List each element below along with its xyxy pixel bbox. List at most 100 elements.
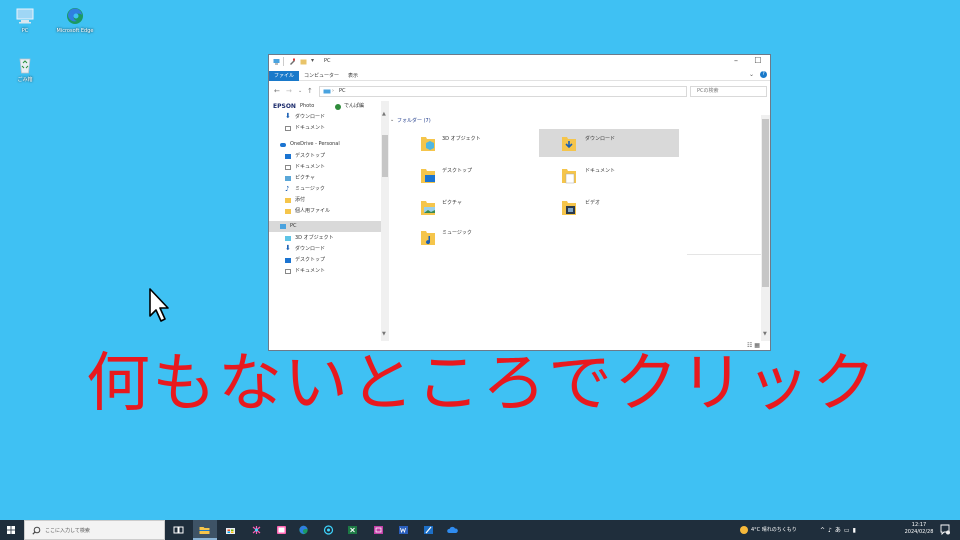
recent-chevron-icon[interactable]: ⌄ <box>298 88 302 94</box>
nav-scrollbar-thumb[interactable] <box>382 135 388 177</box>
windows-start-icon[interactable] <box>0 520 22 540</box>
taskbar-app-drawing[interactable] <box>417 520 441 540</box>
excel-icon <box>348 526 357 534</box>
taskbar-app-store[interactable] <box>219 520 243 540</box>
nav-item-downloads[interactable]: ⬇ ダウンロード <box>269 112 381 123</box>
taskbar-app-paint[interactable] <box>245 520 269 540</box>
up-arrow-icon[interactable]: ↑ <box>307 87 313 95</box>
search-input[interactable]: PCの検索 <box>690 86 767 97</box>
tab-view[interactable]: 表示 <box>343 71 363 81</box>
nav-item-label: デスクトップ <box>295 257 326 263</box>
scroll-down-icon[interactable]: ▼ <box>382 331 386 337</box>
nav-item-onedrive-documents[interactable]: ドキュメント <box>269 162 381 173</box>
nav-item-label: ドキュメント <box>295 164 326 170</box>
edge-icon <box>67 8 83 24</box>
folder-label: ビデオ <box>585 200 601 206</box>
content-scrollbar-thumb[interactable] <box>762 119 769 287</box>
content-scrollbar[interactable]: ▼ <box>761 115 770 341</box>
file-explorer-window[interactable]: ▾ PC – ☐ ファイル コンピューター 表示 ⌄ ? ← → ⌄ ↑ › P… <box>268 54 771 351</box>
nav-epson-extra: でんぱ編 <box>344 103 365 109</box>
system-tray: 4°C 晴れのちくもり ^♪あ▭▮ 12:17 2024/02/28 <box>736 520 960 540</box>
epson-badge-icon <box>335 104 341 110</box>
nav-item-label: デスクトップ <box>295 153 326 159</box>
minimize-button[interactable]: – <box>725 55 747 69</box>
address-bar[interactable]: › PC <box>319 86 687 97</box>
folder-videos[interactable]: ビデオ <box>539 193 679 221</box>
nav-item-pc-desktop[interactable]: デスクトップ <box>269 255 381 266</box>
folder-icon <box>285 209 291 214</box>
taskbar-app-word[interactable] <box>392 520 416 540</box>
nav-item-music[interactable]: ♪ ミュージック <box>269 184 381 195</box>
download-arrow-icon: ⬇ <box>285 112 291 120</box>
scroll-up-icon[interactable]: ▲ <box>382 111 386 117</box>
new-folder-icon[interactable] <box>300 58 307 65</box>
battery-icon[interactable]: ▮ <box>853 527 859 534</box>
network-icon[interactable]: ▭ <box>844 527 853 534</box>
desktop-icon <box>285 258 291 263</box>
weather-sun-icon[interactable] <box>740 526 748 534</box>
cube-icon <box>285 236 291 241</box>
nav-item-personal-files[interactable]: 個人用ファイル <box>269 206 381 217</box>
nav-item-pc-documents[interactable]: ドキュメント <box>269 266 381 277</box>
title-divider <box>283 57 284 66</box>
tray-chevron-up-icon[interactable]: ^ <box>820 527 828 534</box>
taskbar-clock[interactable]: 12:17 2024/02/28 <box>901 522 937 536</box>
tab-computer[interactable]: コンピューター <box>299 71 344 81</box>
nav-item-label: 個人用ファイル <box>295 208 331 214</box>
taskbar-app-file-explorer[interactable] <box>193 520 217 540</box>
expand-ribbon-icon[interactable]: ⌄ <box>749 71 754 78</box>
taskbar-app-photos[interactable] <box>270 520 294 540</box>
desktop-icon-pc[interactable]: PC <box>5 6 45 34</box>
taskbar-app-onedrive[interactable] <box>441 520 465 540</box>
nav-item-onedrive-desktop[interactable]: デスクトップ <box>269 151 381 162</box>
nav-item-attachments[interactable]: 添付 <box>269 195 381 206</box>
nav-item-pc[interactable]: PC <box>269 221 381 232</box>
tray-icons[interactable]: ^♪あ▭▮ <box>820 525 859 534</box>
forward-arrow-icon[interactable]: → <box>286 87 292 95</box>
nav-item-pictures[interactable]: ピクチャ <box>269 173 381 184</box>
onedrive-cloud-icon <box>447 526 458 533</box>
taskbar-search-input[interactable]: ここに入力して検索 <box>24 520 165 540</box>
taskbar-app-onenote[interactable] <box>367 520 391 540</box>
taskbar-app-mail[interactable] <box>317 520 341 540</box>
properties-icon[interactable] <box>289 58 296 65</box>
tab-file[interactable]: ファイル <box>269 71 300 81</box>
taskbar-app-edge[interactable] <box>292 520 316 540</box>
nav-item-pc-downloads[interactable]: ⬇ ダウンロード <box>269 244 381 255</box>
content-area[interactable]: ⌄ フォルダー (7) 3D オブジェクト ダウンロード デスクトップ ドキュメ… <box>390 101 761 341</box>
desktop-icon-recycle-bin[interactable]: ごみ箱 <box>5 55 45 83</box>
folder-music[interactable]: ミュージック <box>390 223 530 251</box>
breadcrumb-pc[interactable]: PC <box>339 87 346 96</box>
volume-icon[interactable]: ♪ <box>828 527 835 534</box>
group-collapse-icon[interactable]: ⌄ <box>390 117 394 123</box>
notification-center-icon[interactable] <box>940 524 950 535</box>
folder-desktop[interactable]: デスクトップ <box>390 161 530 189</box>
title-bar[interactable]: ▾ PC – ☐ <box>269 55 770 69</box>
nav-item-label: ダウンロード <box>295 114 326 120</box>
ime-indicator[interactable]: あ <box>835 527 844 534</box>
nav-scrollbar[interactable]: ▲ ▼ <box>381 101 389 341</box>
nav-item-label: 添付 <box>295 197 306 203</box>
scroll-down-icon[interactable]: ▼ <box>763 331 767 337</box>
navigation-pane[interactable]: EPSON Photo でんぱ編 ⬇ ダウンロード ドキュメント OneDriv… <box>269 101 381 341</box>
desktop-icon-label: Microsoft Edge <box>56 28 94 34</box>
nav-epson-sub: Photo <box>300 103 315 109</box>
folder-downloads[interactable]: ダウンロード <box>539 129 679 157</box>
desktop-icon-edge[interactable]: Microsoft Edge <box>55 6 95 34</box>
nav-item-documents[interactable]: ドキュメント <box>269 123 381 134</box>
folder-documents[interactable]: ドキュメント <box>539 161 679 189</box>
maximize-button[interactable]: ☐ <box>747 55 769 69</box>
taskbar-app-excel[interactable] <box>341 520 365 540</box>
instruction-caption: 何もないところでクリック <box>86 347 878 421</box>
chevron-down-icon[interactable]: ▾ <box>311 57 314 64</box>
nav-item-label: 3D オブジェクト <box>295 235 334 241</box>
help-icon[interactable]: ? <box>760 71 767 78</box>
back-arrow-icon[interactable]: ← <box>274 87 280 95</box>
folders-group-header[interactable]: フォルダー (7) <box>397 117 431 124</box>
task-view-button[interactable] <box>167 520 191 540</box>
folder-pictures[interactable]: ピクチャ <box>390 193 530 221</box>
document-icon <box>285 269 291 274</box>
weather-text[interactable]: 4°C 晴れのちくもり <box>751 526 797 533</box>
nav-item-onedrive[interactable]: OneDrive - Personal <box>269 139 381 150</box>
folder-3d-objects[interactable]: 3D オブジェクト <box>390 129 530 157</box>
